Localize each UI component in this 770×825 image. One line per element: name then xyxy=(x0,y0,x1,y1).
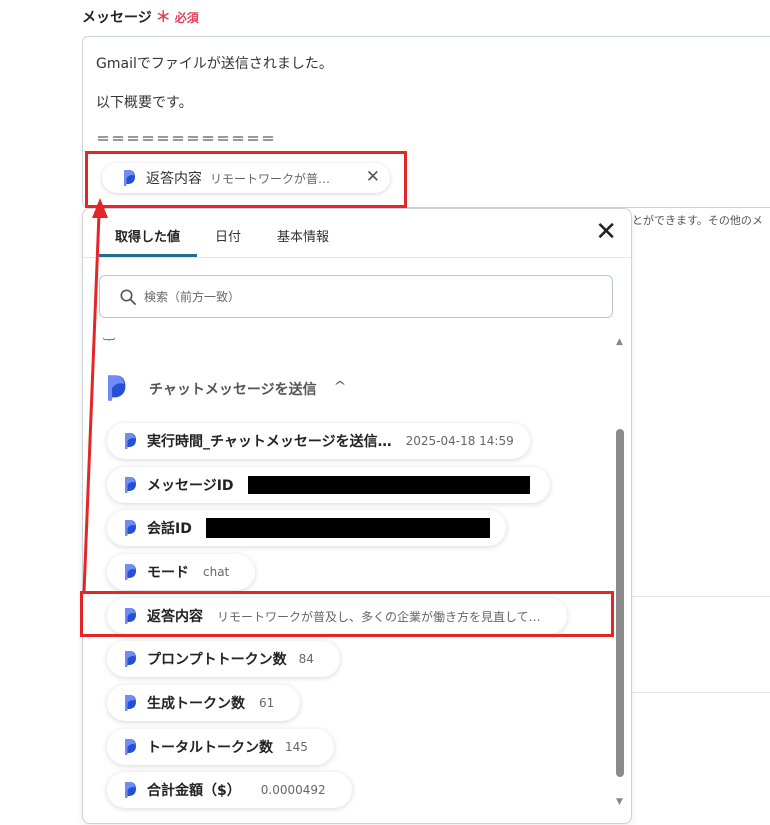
background-divider xyxy=(632,692,770,693)
chip-label: 返答内容 xyxy=(146,171,202,187)
dify-logo-icon xyxy=(123,694,137,712)
dify-logo-icon xyxy=(123,607,137,625)
required-badge: 必須 xyxy=(174,11,199,25)
item-label: 生成トークン数 xyxy=(147,696,245,712)
redacted-value xyxy=(247,476,530,494)
inserted-variable-chip[interactable]: 返答内容 リモートワークが普… ✕ xyxy=(102,163,390,193)
required-asterisk: ＊ xyxy=(155,8,171,26)
item-value: 84 xyxy=(298,652,314,666)
list-item[interactable]: モード chat xyxy=(107,554,256,590)
item-label: プロンプトトークン数 xyxy=(147,652,287,668)
item-value: 0.0000492 xyxy=(260,783,326,797)
active-tab-indicator xyxy=(99,254,197,257)
chip-remove-icon[interactable]: ✕ xyxy=(366,167,380,187)
item-label: モード xyxy=(147,565,189,581)
tab-acquired-values[interactable]: 取得した値 xyxy=(115,226,180,245)
dify-logo-icon xyxy=(123,476,137,494)
list-item[interactable]: メッセージID xyxy=(107,467,550,503)
message-field-label: メッセージ ＊ 必須 xyxy=(82,6,199,27)
field-label-text: メッセージ xyxy=(82,10,152,26)
section-title[interactable]: チャットメッセージを送信 xyxy=(149,379,317,399)
list-item[interactable]: 生成トークン数 61 xyxy=(107,685,301,721)
chevron-up-icon[interactable]: ^ xyxy=(333,379,346,393)
list-item[interactable]: プロンプトトークン数 84 xyxy=(107,641,340,677)
scrollbar-thumb[interactable] xyxy=(616,429,624,777)
list-item[interactable]: 合計金額（$） 0.0000492 xyxy=(107,772,352,808)
item-value: 145 xyxy=(285,740,308,754)
search-input[interactable] xyxy=(142,288,546,305)
scroll-up-arrow-icon[interactable]: ▲ xyxy=(616,337,623,347)
scroll-down-arrow-icon[interactable]: ▼ xyxy=(616,797,623,807)
chip-value: リモートワークが普… xyxy=(210,171,331,186)
list-item[interactable]: トータルトークン数 145 xyxy=(107,729,334,765)
dify-logo-icon xyxy=(123,650,137,668)
redacted-value xyxy=(205,518,490,538)
dify-logo-icon xyxy=(122,169,136,187)
collapse-bracket-icon: ︸ xyxy=(103,337,116,351)
item-label: メッセージID xyxy=(147,478,234,494)
item-value: 61 xyxy=(259,696,275,710)
dify-logo-icon xyxy=(123,781,137,799)
item-label: トータルトークン数 xyxy=(147,740,273,756)
dify-logo-icon xyxy=(123,519,137,537)
item-label: 会話ID xyxy=(147,521,192,537)
variable-picker-panel: 取得した値 日付 基本情報 ✕ ︸ チャットメッセージを送信 ^ 実行時間_チャ… xyxy=(82,208,632,824)
editor-line-3: ＝＝＝＝＝＝＝＝＝＝＝＝ xyxy=(96,132,276,148)
search-icon xyxy=(120,289,136,305)
list-item[interactable]: 返答内容 リモートワークが普及し、多くの企業が働き方を見直して… xyxy=(107,598,567,634)
item-value: 2025-04-18 14:59 xyxy=(405,434,514,448)
list-item[interactable]: 実行時間_チャットメッセージを送信… 2025-04-18 14:59 xyxy=(107,423,530,459)
tab-basic-info[interactable]: 基本情報 xyxy=(277,226,329,245)
item-label: 実行時間_チャットメッセージを送信… xyxy=(147,434,392,450)
tab-bar: 取得した値 日付 基本情報 ✕ xyxy=(83,209,631,258)
search-box[interactable] xyxy=(99,275,613,318)
item-value: リモートワークが普及し、多くの企業が働き方を見直して… xyxy=(217,609,541,624)
scrollbar[interactable]: ▲ ▼ xyxy=(613,337,627,809)
item-label: 返答内容 xyxy=(147,609,203,625)
dify-logo-icon xyxy=(123,432,137,450)
tab-date[interactable]: 日付 xyxy=(215,226,241,245)
dify-logo-icon xyxy=(123,563,137,581)
item-value: chat xyxy=(203,565,230,579)
editor-line-1: Gmailでファイルが送信されました。 xyxy=(96,56,333,72)
close-icon[interactable]: ✕ xyxy=(595,219,617,245)
list-item[interactable]: 会話ID xyxy=(107,510,506,546)
item-label: 合計金額（$） xyxy=(147,783,241,799)
dify-logo-icon xyxy=(123,738,137,756)
background-divider xyxy=(632,596,770,597)
helper-text: とができます。その他のメ xyxy=(632,214,763,227)
dify-section-logo-icon xyxy=(105,373,127,403)
editor-line-2: 以下概要です。 xyxy=(96,95,193,111)
